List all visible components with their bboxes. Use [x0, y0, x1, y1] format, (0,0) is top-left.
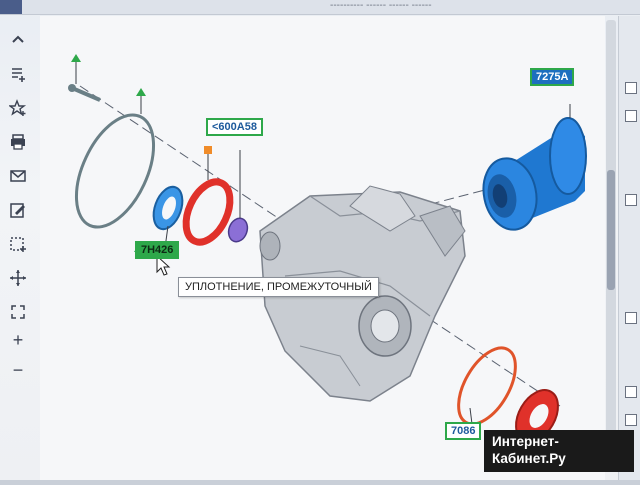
- app-screen: ---------- ------ ------ ------ + − 7H42…: [0, 0, 640, 480]
- marker-triangle-icon: [136, 88, 146, 96]
- watermark-line-1: Интернет-: [492, 434, 559, 449]
- o-ring-7086-part[interactable]: [447, 339, 527, 434]
- vertical-scrollbar[interactable]: [606, 20, 616, 460]
- note-add-icon[interactable]: [5, 62, 31, 86]
- callout-7275a[interactable]: 7275A: [530, 68, 575, 86]
- printer-icon[interactable]: [5, 130, 31, 154]
- marker-triangle-icon: [71, 54, 81, 62]
- exploded-view-diagram: [68, 54, 587, 443]
- fit-icon[interactable]: [5, 300, 31, 324]
- plus-icon[interactable]: +: [5, 328, 31, 352]
- flange-7275a-part[interactable]: [477, 117, 587, 235]
- move-icon[interactable]: [5, 266, 31, 290]
- left-toolbar: + −: [0, 20, 38, 400]
- chevron-up-icon[interactable]: [5, 28, 31, 52]
- select-area-icon[interactable]: [5, 232, 31, 256]
- right-panel: [618, 16, 640, 480]
- scrollbar-thumb[interactable]: [607, 170, 615, 290]
- checkbox[interactable]: [625, 386, 637, 398]
- minus-icon[interactable]: −: [5, 358, 31, 382]
- checkbox[interactable]: [625, 414, 637, 426]
- checkbox[interactable]: [625, 312, 637, 324]
- checkbox[interactable]: [625, 110, 637, 122]
- callout-7h426[interactable]: 7H426: [135, 241, 180, 259]
- star-add-icon[interactable]: [5, 96, 31, 120]
- seal-7h426-part[interactable]: [148, 183, 187, 233]
- callout-7086[interactable]: 7086: [445, 422, 482, 440]
- bolt-part[interactable]: [68, 84, 101, 102]
- app-logo: [0, 0, 22, 14]
- watermark-line-2: Кабинет.Ру: [492, 451, 566, 466]
- checkbox[interactable]: [625, 194, 637, 206]
- marker-square-icon: [204, 146, 212, 154]
- window-title: ---------- ------ ------ ------: [330, 0, 432, 11]
- parts-diagram-canvas[interactable]: 7H426 <600A58 7275A 7086: [40, 16, 605, 480]
- part-tooltip: УПЛОТНЕНИЕ, ПРОМЕЖУТОЧНЫЙ: [178, 277, 379, 297]
- window-titlebar: ---------- ------ ------ ------: [0, 0, 640, 15]
- watermark-banner: Интернет- Кабинет.Ру: [484, 430, 634, 472]
- envelope-icon[interactable]: [5, 164, 31, 188]
- callout-600a58[interactable]: <600A58: [206, 118, 263, 136]
- edit-icon[interactable]: [5, 198, 31, 222]
- checkbox[interactable]: [625, 82, 637, 94]
- bushing-600a58-part[interactable]: [225, 216, 250, 245]
